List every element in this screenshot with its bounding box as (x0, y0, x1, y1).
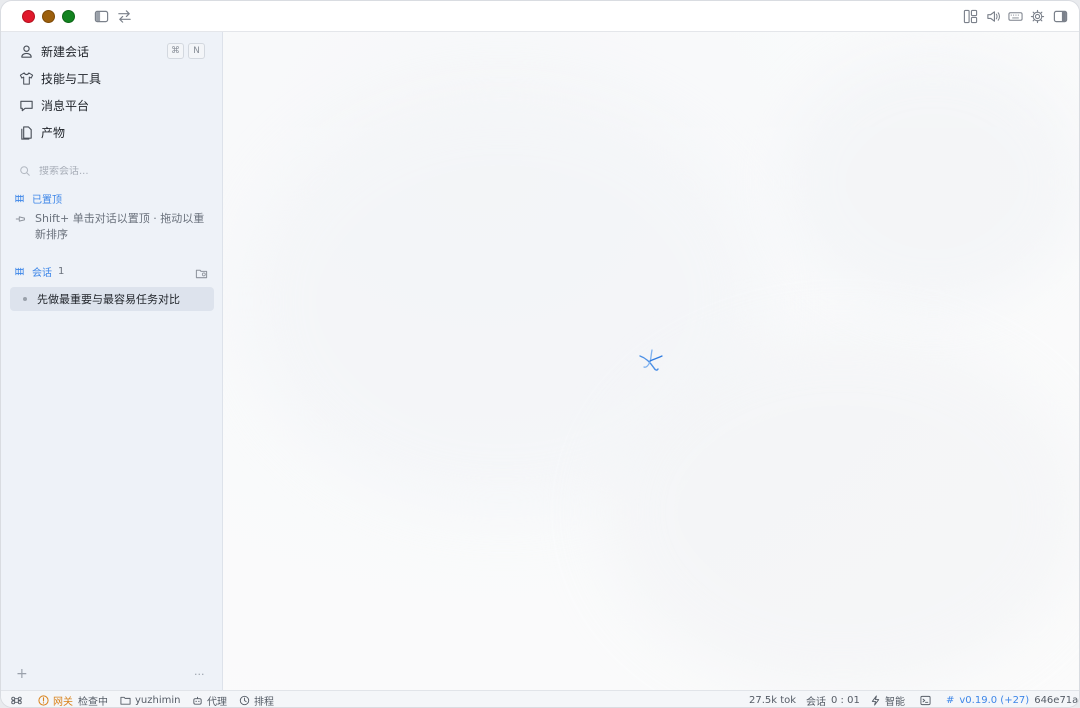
session-timer-value: 0 : 01 (831, 695, 860, 706)
gateway-status-text: 检查中 (78, 697, 108, 708)
panel-right-icon[interactable] (1052, 8, 1069, 25)
command-icon[interactable] (11, 694, 26, 707)
new-session-button[interactable]: 新建会话 ⌘ N (11, 39, 213, 63)
clock-icon (239, 695, 250, 706)
background-texture (603, 332, 1079, 690)
robot-icon (193, 696, 202, 705)
session-dot (23, 297, 27, 301)
commit-hash: 646e71a (1034, 695, 1079, 706)
nav-label-message-platform: 消息平台 (41, 98, 90, 113)
loading-spinner-icon (639, 349, 663, 371)
app-window: 新建会话 ⌘ N 技能与工具 消息平台 产物 搜索会话... 已置顶 Shift… (0, 0, 1080, 708)
nav-label-skills-tools: 技能与工具 (41, 71, 102, 86)
speaker-icon[interactable] (985, 8, 1002, 25)
lightning-icon (871, 695, 880, 706)
pin-hint-text: Shift+ 单击对话以置顶 · 拖动以重新排序 (35, 212, 205, 241)
grid-icon (15, 193, 26, 204)
sidebar-toggle-icon[interactable] (93, 8, 110, 25)
layout-icon[interactable] (962, 8, 979, 25)
new-folder-icon[interactable] (195, 265, 209, 279)
person-icon (18, 43, 34, 59)
nav-label-artifacts: 产物 (41, 125, 66, 140)
sessions-section-title: 会话 (32, 267, 52, 279)
shirt-icon (18, 70, 34, 86)
grid-icon (15, 266, 26, 277)
sidebar-item-skills-tools[interactable]: 技能与工具 (11, 66, 213, 90)
shortcut-n-key: N (188, 43, 205, 59)
document-icon (18, 124, 34, 140)
sessions-count: 1 (58, 265, 65, 277)
hash-icon: # (946, 695, 955, 706)
folder-icon (120, 696, 131, 705)
proxy-item[interactable]: 代理 (192, 694, 227, 707)
main-content (223, 32, 1079, 690)
pinned-section-header[interactable]: 已置顶 (15, 190, 62, 206)
schedule-label: 排程 (254, 697, 274, 708)
nav-label-new-session: 新建会话 (41, 44, 90, 59)
search-input[interactable] (39, 165, 199, 177)
schedule-item[interactable]: 排程 (239, 694, 274, 707)
maximize-window-button[interactable] (62, 10, 75, 23)
swap-icon[interactable] (116, 8, 133, 25)
title-bar (1, 1, 1079, 32)
sidebar-item-artifacts[interactable]: 产物 (11, 120, 213, 144)
gear-icon[interactable] (1029, 8, 1046, 25)
version-info[interactable]: # v0.19.0 (+27) 646e71a (946, 694, 1078, 707)
session-title: 先做最重要与最容易任务对比 (37, 293, 180, 306)
gateway-label: 网关 (53, 697, 73, 708)
search-icon (19, 164, 33, 178)
background-texture (783, 52, 1079, 312)
sidebar: 新建会话 ⌘ N 技能与工具 消息平台 产物 搜索会话... 已置顶 Shift… (1, 32, 223, 690)
warning-icon (38, 695, 49, 706)
shortcut-cmd-key: ⌘ (167, 43, 184, 59)
add-button[interactable]: + (16, 666, 28, 682)
chat-bubble-icon (18, 97, 34, 113)
status-bar: 网关 检查中 yuzhimin 代理 排程 27.5k tok 会话 0 : 0… (1, 690, 1079, 707)
more-button[interactable]: ··· (194, 668, 205, 681)
pin-hint: Shift+ 单击对话以置顶 · 拖动以重新排序 (15, 211, 215, 243)
pinned-section-title: 已置顶 (32, 194, 62, 206)
gateway-status[interactable]: 网关 检查中 (38, 694, 108, 707)
sessions-section-header[interactable]: 会话 1 (15, 263, 64, 279)
session-list-item[interactable]: 先做最重要与最容易任务对比 (10, 287, 214, 311)
folder-item[interactable]: yuzhimin (120, 694, 180, 707)
version-text: v0.19.0 (+27) (959, 695, 1030, 706)
minimize-window-button[interactable] (42, 10, 55, 23)
folder-name: yuzhimin (135, 695, 181, 706)
close-window-button[interactable] (22, 10, 35, 23)
mode-label: 智能 (885, 697, 905, 708)
session-timer: 会话 0 : 01 (806, 694, 860, 707)
search-box[interactable] (15, 160, 211, 182)
mode-selector[interactable]: 智能 (870, 694, 905, 707)
sidebar-item-message-platform[interactable]: 消息平台 (11, 93, 213, 117)
terminal-icon[interactable] (920, 694, 935, 707)
pin-icon (15, 213, 29, 227)
proxy-label: 代理 (207, 697, 227, 708)
session-timer-label: 会话 (806, 697, 826, 708)
token-count: 27.5k tok (749, 695, 797, 706)
keyboard-icon[interactable] (1007, 8, 1024, 25)
